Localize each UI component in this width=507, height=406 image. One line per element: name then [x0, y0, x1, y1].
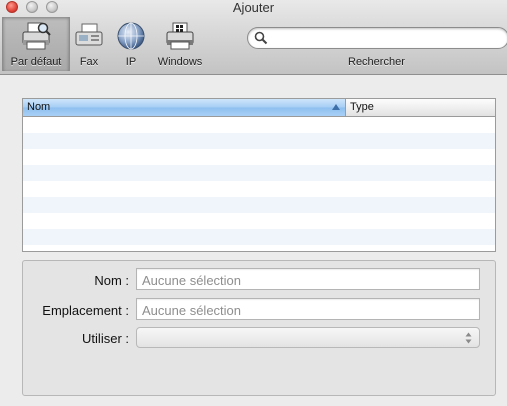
column-header-type[interactable]: Type [346, 99, 495, 116]
table-row [23, 149, 495, 165]
name-input[interactable] [140, 272, 474, 288]
table-row [23, 229, 495, 245]
default-printer-icon [22, 22, 51, 50]
toolbar-default-label: Par défaut [10, 56, 62, 68]
table-row [23, 245, 495, 251]
search-label: Rechercher [348, 56, 405, 68]
search-input[interactable] [272, 31, 506, 47]
sort-ascending-icon [332, 104, 340, 110]
table-row [23, 117, 495, 133]
windows-printer-icon [166, 22, 194, 50]
use-label: Utiliser : [82, 331, 129, 346]
search-icon [254, 31, 268, 45]
column-header-nom[interactable]: Nom [23, 99, 346, 116]
add-printer-window: Ajouter Par défaut Fax IP Windows Recher… [0, 0, 507, 406]
toolbar-windows-button[interactable]: Windows [154, 17, 206, 71]
globe-icon [117, 22, 145, 50]
toolbar-default-button[interactable]: Par défaut [2, 17, 70, 71]
toolbar-ip-label: IP [125, 56, 137, 68]
table-header: Nom Type [23, 99, 495, 117]
table-row [23, 181, 495, 197]
fax-icon [75, 23, 103, 46]
search-box[interactable] [247, 27, 507, 49]
printer-details-panel: Nom : Emplacement : Utiliser : [22, 260, 496, 396]
column-header-type-label: Type [350, 101, 374, 113]
toolbar-ip-button[interactable]: IP [112, 17, 150, 71]
location-input[interactable] [140, 302, 474, 318]
window-title: Ajouter [232, 0, 275, 15]
column-header-nom-label: Nom [27, 101, 51, 113]
location-label: Emplacement : [42, 303, 129, 318]
table-row [23, 213, 495, 229]
toolbar-windows-label: Windows [157, 56, 203, 68]
table-body [23, 117, 495, 251]
use-driver-popup[interactable] [136, 327, 480, 348]
table-row [23, 165, 495, 181]
table-row [23, 133, 495, 149]
toolbar-fax-button[interactable]: Fax [70, 17, 108, 71]
printer-list-table[interactable]: Nom Type [22, 98, 496, 252]
popup-arrows-icon [465, 332, 472, 344]
table-row [23, 197, 495, 213]
name-field[interactable] [136, 268, 480, 290]
location-field[interactable] [136, 298, 480, 320]
toolbar: Ajouter Par défaut Fax IP Windows Recher… [0, 0, 507, 75]
name-label: Nom : [94, 273, 129, 288]
toolbar-fax-label: Fax [79, 56, 99, 68]
search-field[interactable] [247, 27, 507, 49]
